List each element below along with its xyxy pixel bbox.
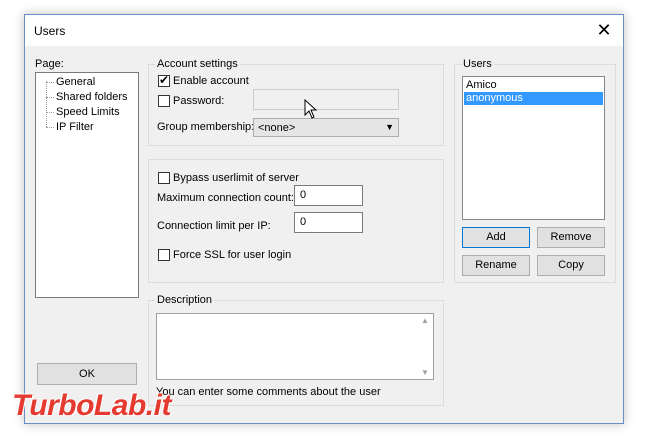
password-field[interactable]: [253, 89, 399, 110]
tree-connector-line: [46, 81, 47, 127]
watermark-logo: TurboLab.it: [12, 389, 171, 422]
remove-user-button[interactable]: Remove: [537, 227, 605, 248]
users-dialog: Users ✕ Page: General Shared folders Spe…: [24, 14, 624, 424]
user-item-amico[interactable]: Amico: [464, 79, 603, 92]
force-ssl-label: Force SSL for user login: [173, 249, 292, 261]
group-membership-value: <none>: [258, 122, 296, 134]
password-checkbox[interactable]: [158, 95, 170, 107]
close-icon[interactable]: ✕: [589, 17, 619, 43]
tree-item-general[interactable]: General: [56, 76, 95, 88]
tree-branch: [46, 112, 54, 113]
enable-account-label: Enable account: [173, 75, 249, 87]
enable-account-checkbox[interactable]: [158, 73, 170, 87]
mouse-cursor-icon: [304, 99, 318, 119]
max-connection-label: Maximum connection count:: [157, 192, 294, 204]
max-connection-field[interactable]: 0: [294, 185, 363, 206]
chevron-down-icon: ▼: [385, 122, 394, 132]
page-label: Page:: [35, 58, 64, 70]
per-ip-limit-field[interactable]: 0: [294, 212, 363, 233]
tree-branch: [46, 82, 54, 83]
users-list[interactable]: Amico anonymous: [462, 76, 605, 220]
users-group-title: Users: [461, 58, 494, 70]
tree-branch: [46, 127, 54, 128]
description-hint: You can enter some comments about the us…: [156, 386, 381, 398]
window-title: Users: [34, 24, 66, 38]
bypass-userlimit-label: Bypass userlimit of server: [173, 172, 299, 184]
group-membership-label: Group membership:: [157, 121, 255, 133]
copy-user-button[interactable]: Copy: [537, 255, 605, 276]
tree-item-shared-folders[interactable]: Shared folders: [56, 91, 128, 103]
ok-button[interactable]: OK: [37, 363, 137, 385]
page-tree: General Shared folders Speed Limits IP F…: [35, 72, 139, 298]
tree-branch: [46, 97, 54, 98]
user-item-anonymous[interactable]: anonymous: [464, 92, 603, 105]
password-label: Password:: [173, 95, 225, 107]
title-bar: Users ✕: [25, 15, 623, 46]
scroll-up-icon[interactable]: ▲: [421, 316, 429, 325]
per-ip-limit-label: Connection limit per IP:: [157, 220, 271, 232]
description-scrollbar[interactable]: ▲ ▼: [417, 314, 433, 379]
account-settings-title: Account settings: [155, 58, 240, 70]
rename-user-button[interactable]: Rename: [462, 255, 530, 276]
description-textarea[interactable]: ▲ ▼: [156, 313, 434, 380]
tree-item-ip-filter[interactable]: IP Filter: [56, 121, 94, 133]
add-user-button[interactable]: Add: [462, 227, 530, 248]
force-ssl-checkbox[interactable]: [158, 249, 170, 261]
tree-item-speed-limits[interactable]: Speed Limits: [56, 106, 120, 118]
bypass-userlimit-checkbox[interactable]: [158, 172, 170, 184]
scroll-down-icon[interactable]: ▼: [421, 368, 429, 377]
description-title: Description: [155, 294, 215, 306]
group-membership-select[interactable]: <none> ▼: [253, 118, 399, 137]
